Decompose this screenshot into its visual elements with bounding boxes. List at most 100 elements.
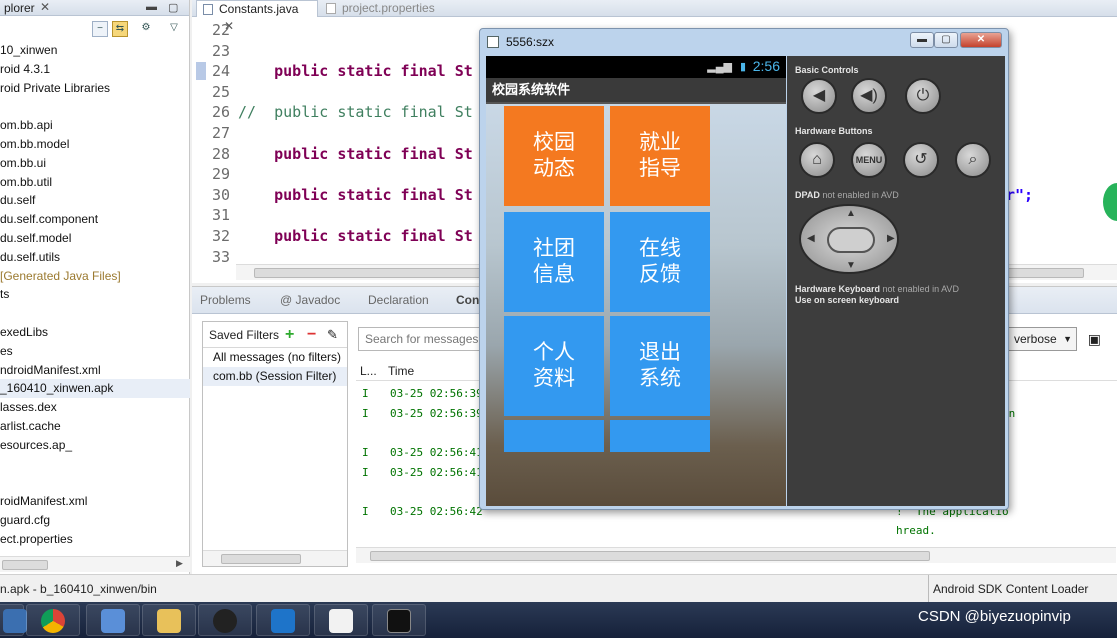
dpad[interactable]: ▲ ▼ ◀ ▶: [799, 204, 899, 274]
log-level-value: verbose: [1014, 332, 1057, 346]
search-icon[interactable]: ⌕: [955, 142, 991, 178]
tab-console[interactable]: Con: [456, 293, 479, 307]
tree-item[interactable]: du.self.component: [0, 210, 190, 229]
dpad-up-icon[interactable]: ▲: [846, 208, 856, 219]
tree-item[interactable]: [0, 455, 190, 474]
search-input[interactable]: Search for messages: [358, 327, 498, 351]
dpad-center[interactable]: [827, 227, 875, 253]
tree-item[interactable]: roidManifest.xml: [0, 492, 190, 511]
teamviewer-app-button[interactable]: [256, 604, 310, 636]
tree-item[interactable]: du.self.utils: [0, 248, 190, 267]
dpad-left-icon[interactable]: ◀: [807, 233, 815, 244]
tree-item[interactable]: om.bb.model: [0, 135, 190, 154]
log-level-select[interactable]: verbose ▼: [1007, 327, 1077, 351]
view-menu-icon[interactable]: ▽: [166, 21, 182, 37]
filters-hscroll[interactable]: [203, 550, 347, 566]
col-time[interactable]: Time: [388, 361, 414, 381]
menu-button[interactable]: MENU: [851, 142, 887, 178]
save-icon[interactable]: ▣: [1088, 331, 1101, 348]
add-filter-icon[interactable]: +: [285, 322, 294, 348]
tile-club-info[interactable]: 社团 信息: [504, 212, 604, 312]
dpad-right-icon[interactable]: ▶: [887, 233, 895, 244]
tree-item[interactable]: esources.ap_: [0, 436, 190, 455]
tree-item[interactable]: om.bb.ui: [0, 154, 190, 173]
filter-item[interactable]: All messages (no filters): [203, 348, 347, 367]
tree-item[interactable]: lasses.dex: [0, 398, 190, 417]
tree-item[interactable]: [0, 97, 190, 116]
chrome-app-button[interactable]: [26, 604, 80, 636]
tile-partial[interactable]: [504, 420, 604, 452]
volume-up-icon[interactable]: ◀): [851, 78, 887, 114]
link-editor-icon[interactable]: ⇆: [112, 21, 128, 37]
log-row[interactable]: hread.: [356, 524, 1117, 540]
tree-item[interactable]: ts: [0, 285, 190, 304]
tree-item[interactable]: du.self: [0, 191, 190, 210]
tree-item[interactable]: om.bb.api: [0, 116, 190, 135]
back-icon[interactable]: ↺: [903, 142, 939, 178]
explorer-hscroll[interactable]: ▶: [0, 556, 190, 572]
tree-item[interactable]: ect.properties: [0, 530, 190, 549]
tree-item[interactable]: [Generated Java Files]: [0, 267, 190, 286]
folder-app-button[interactable]: [142, 604, 196, 636]
log-hscroll[interactable]: [356, 547, 1116, 563]
emulator-titlebar[interactable]: 5556:szx ▬ ▢ ✕: [480, 29, 1008, 55]
tree-item[interactable]: arlist.cache: [0, 417, 190, 436]
tree-item[interactable]: ndroidManifest.xml: [0, 361, 190, 380]
maximize-icon[interactable]: ▢: [934, 32, 958, 48]
tree-item[interactable]: [0, 304, 190, 323]
tile-online-feedback[interactable]: 在线 反馈: [610, 212, 710, 312]
tree-item[interactable]: exedLibs: [0, 323, 190, 342]
tile-personal-info[interactable]: 个人 资料: [504, 316, 604, 416]
minimize-icon[interactable]: ▬: [910, 32, 934, 48]
tab-project-properties[interactable]: project.properties: [320, 0, 460, 17]
maximize-icon[interactable]: ▢: [168, 1, 178, 14]
line-number: 26: [211, 103, 230, 122]
filter-icon[interactable]: ⚙: [138, 21, 154, 37]
saved-filters-label: Saved Filters: [209, 328, 280, 342]
tab-problems[interactable]: Problems: [200, 293, 251, 307]
tree-item[interactable]: du.self.model: [0, 229, 190, 248]
tile-exit-system[interactable]: 退出 系统: [610, 316, 710, 416]
line-number: 29: [211, 165, 230, 184]
explorer-tab[interactable]: plorer: [0, 0, 39, 16]
start-button[interactable]: [0, 604, 27, 636]
home-icon[interactable]: ⌂: [799, 142, 835, 178]
power-icon[interactable]: ⏻: [905, 78, 941, 114]
scroll-thumb[interactable]: [2, 560, 48, 570]
tree-item[interactable]: [0, 473, 190, 492]
status-task: Android SDK Content Loader: [928, 575, 1088, 603]
emulator-title: 5556:szx: [506, 35, 555, 49]
tree-item[interactable]: _160410_xinwen.apk: [0, 379, 190, 399]
dolphin-app-button[interactable]: [86, 604, 140, 636]
volume-down-icon[interactable]: ◀: [801, 78, 837, 114]
tab-constants-java[interactable]: Constants.java ✕: [196, 0, 318, 33]
scroll-thumb[interactable]: [370, 551, 930, 561]
tab-declaration[interactable]: Declaration: [368, 293, 429, 307]
document-app-button[interactable]: [314, 604, 368, 636]
terminal-app-button[interactable]: [372, 604, 426, 636]
tile-campus-news[interactable]: 校园 动态: [504, 106, 604, 206]
close-icon[interactable]: ✕: [960, 32, 1002, 48]
qq-app-button[interactable]: [198, 604, 252, 636]
collapse-all-icon[interactable]: −: [92, 21, 108, 37]
dpad-down-icon[interactable]: ▼: [846, 260, 856, 271]
edit-filter-icon[interactable]: ✎: [327, 322, 338, 348]
minimize-icon[interactable]: ▬: [146, 1, 157, 13]
tree-item[interactable]: roid Private Libraries: [0, 79, 190, 98]
emulator-window[interactable]: 5556:szx ▬ ▢ ✕ ▂▄▆ ▮ 2:56 校园系统软件 校园 动态 就…: [479, 28, 1009, 510]
line-number: 24: [211, 62, 230, 81]
tile-employment-guide[interactable]: 就业 指导: [610, 106, 710, 206]
tree-item[interactable]: 10_xinwen: [0, 41, 190, 60]
remove-filter-icon[interactable]: −: [307, 322, 316, 348]
filter-item[interactable]: com.bb (Session Filter): [203, 367, 347, 386]
tree-item[interactable]: roid 4.3.1: [0, 60, 190, 79]
tree-item[interactable]: es: [0, 342, 190, 361]
tab-javadoc[interactable]: @ Javadoc: [280, 293, 340, 307]
scroll-thumb[interactable]: [221, 554, 301, 564]
tile-partial[interactable]: [610, 420, 710, 452]
col-level[interactable]: L...: [360, 361, 377, 381]
scroll-right-icon[interactable]: ▶: [176, 558, 183, 569]
close-icon[interactable]: ✕: [40, 0, 50, 14]
tree-item[interactable]: om.bb.util: [0, 173, 190, 192]
tree-item[interactable]: guard.cfg: [0, 511, 190, 530]
